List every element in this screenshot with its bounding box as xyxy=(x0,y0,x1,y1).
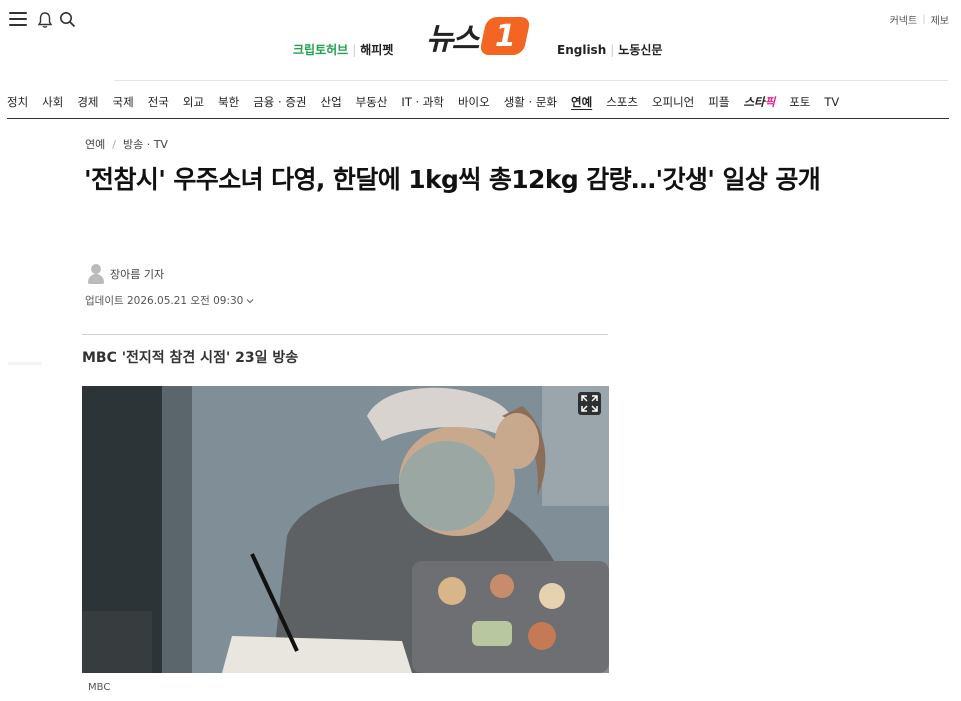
site-logo[interactable]: 뉴스 1 xyxy=(426,14,532,58)
article-subtitle: MBC '전지적 참견 시점' 23일 방송 xyxy=(82,350,299,366)
logo-badge-number: 1 xyxy=(494,18,516,54)
nav-item-diplomacy[interactable]: 외교 xyxy=(183,94,204,110)
subtitle-divider xyxy=(82,334,608,335)
nav-item-tv[interactable]: TV xyxy=(824,95,839,109)
nav-item-people[interactable]: 피플 xyxy=(708,94,729,110)
menu-icon[interactable] xyxy=(9,12,27,27)
article-photo xyxy=(82,386,609,673)
nav-item-national[interactable]: 전국 xyxy=(148,94,169,110)
side-divider xyxy=(8,362,42,365)
nav-item-bio[interactable]: 바이오 xyxy=(458,94,490,110)
nav-item-industry[interactable]: 산업 xyxy=(321,94,342,110)
nav-item-starpick[interactable]: 스타픽 xyxy=(743,94,775,110)
rodong-sinmun-link[interactable]: 노동신문 xyxy=(618,41,662,58)
chevron-down-icon xyxy=(246,298,254,303)
bell-icon[interactable] xyxy=(37,11,53,29)
nav-item-sports[interactable]: 스포츠 xyxy=(606,94,638,110)
happypet-link[interactable]: 해피펫 xyxy=(360,41,393,58)
breadcrumb-section[interactable]: 연예 xyxy=(85,136,105,152)
update-text: 업데이트 2026.05.21 오전 09:30 xyxy=(85,295,244,307)
nav-item-economy[interactable]: 경제 xyxy=(77,94,98,110)
starpick-prefix: 스타 xyxy=(743,95,765,109)
starpick-suffix: 픽 xyxy=(764,95,776,109)
nav-item-north-korea[interactable]: 북한 xyxy=(218,94,239,110)
nav-item-opinion[interactable]: 오피니언 xyxy=(652,94,694,110)
update-timestamp[interactable]: 업데이트 2026.05.21 오전 09:30 xyxy=(85,293,254,308)
byline: 장아름 기자 xyxy=(87,263,164,285)
search-icon[interactable] xyxy=(59,11,76,28)
expand-icon[interactable] xyxy=(578,392,601,415)
divider: | xyxy=(610,42,615,57)
english-link[interactable]: English xyxy=(557,43,606,57)
header-right-links: English | 노동신문 xyxy=(557,41,662,58)
nav-item-photo[interactable]: 포토 xyxy=(789,94,810,110)
nav-divider xyxy=(7,118,949,119)
breadcrumb-subsection[interactable]: 방송 · TV xyxy=(123,136,168,152)
nav-item-it-science[interactable]: IT · 과학 xyxy=(401,94,444,110)
nav-item-lifestyle[interactable]: 생활 · 문화 xyxy=(504,94,557,110)
header-left-links: 크립토허브 | 해피펫 xyxy=(293,41,393,58)
report-link[interactable]: 제보 xyxy=(931,12,949,27)
category-nav: 정치 사회 경제 국제 전국 외교 북한 금융 · 증권 산업 부동산 IT ·… xyxy=(7,92,853,112)
reporter-name[interactable]: 장아름 기자 xyxy=(110,266,164,282)
nav-item-entertainment[interactable]: 연예 xyxy=(571,94,592,110)
logo-badge: 1 xyxy=(479,17,532,55)
article-headline: '전참시' 우주소녀 다영, 한달에 1kg씩 총12kg 감량…'갓생' 일상… xyxy=(84,165,821,194)
connect-link[interactable]: 커넥트 xyxy=(890,12,918,27)
utility-links: 커넥트 | 제보 xyxy=(890,12,949,27)
reporter-avatar-icon xyxy=(87,263,105,285)
breadcrumb-separator: / xyxy=(112,137,116,151)
divider: | xyxy=(352,42,357,57)
nav-item-real-estate[interactable]: 부동산 xyxy=(356,94,388,110)
nav-item-politics[interactable]: 정치 xyxy=(7,94,28,110)
site-header: 크립토허브 | 해피펫 뉴스 1 English | 노동신문 커넥트 | 제보 xyxy=(0,0,961,80)
logo-text: 뉴스 xyxy=(426,22,479,57)
photo-illustration xyxy=(82,386,609,673)
nav-item-finance[interactable]: 금융 · 증권 xyxy=(253,94,306,110)
nav-item-world[interactable]: 국제 xyxy=(113,94,134,110)
photo-caption: MBC xyxy=(88,682,111,693)
header-divider xyxy=(114,80,948,81)
divider: | xyxy=(922,14,926,25)
breadcrumb: 연예 / 방송 · TV xyxy=(85,136,168,152)
nav-item-society[interactable]: 사회 xyxy=(42,94,63,110)
crypto-hub-link[interactable]: 크립토허브 xyxy=(293,41,348,58)
